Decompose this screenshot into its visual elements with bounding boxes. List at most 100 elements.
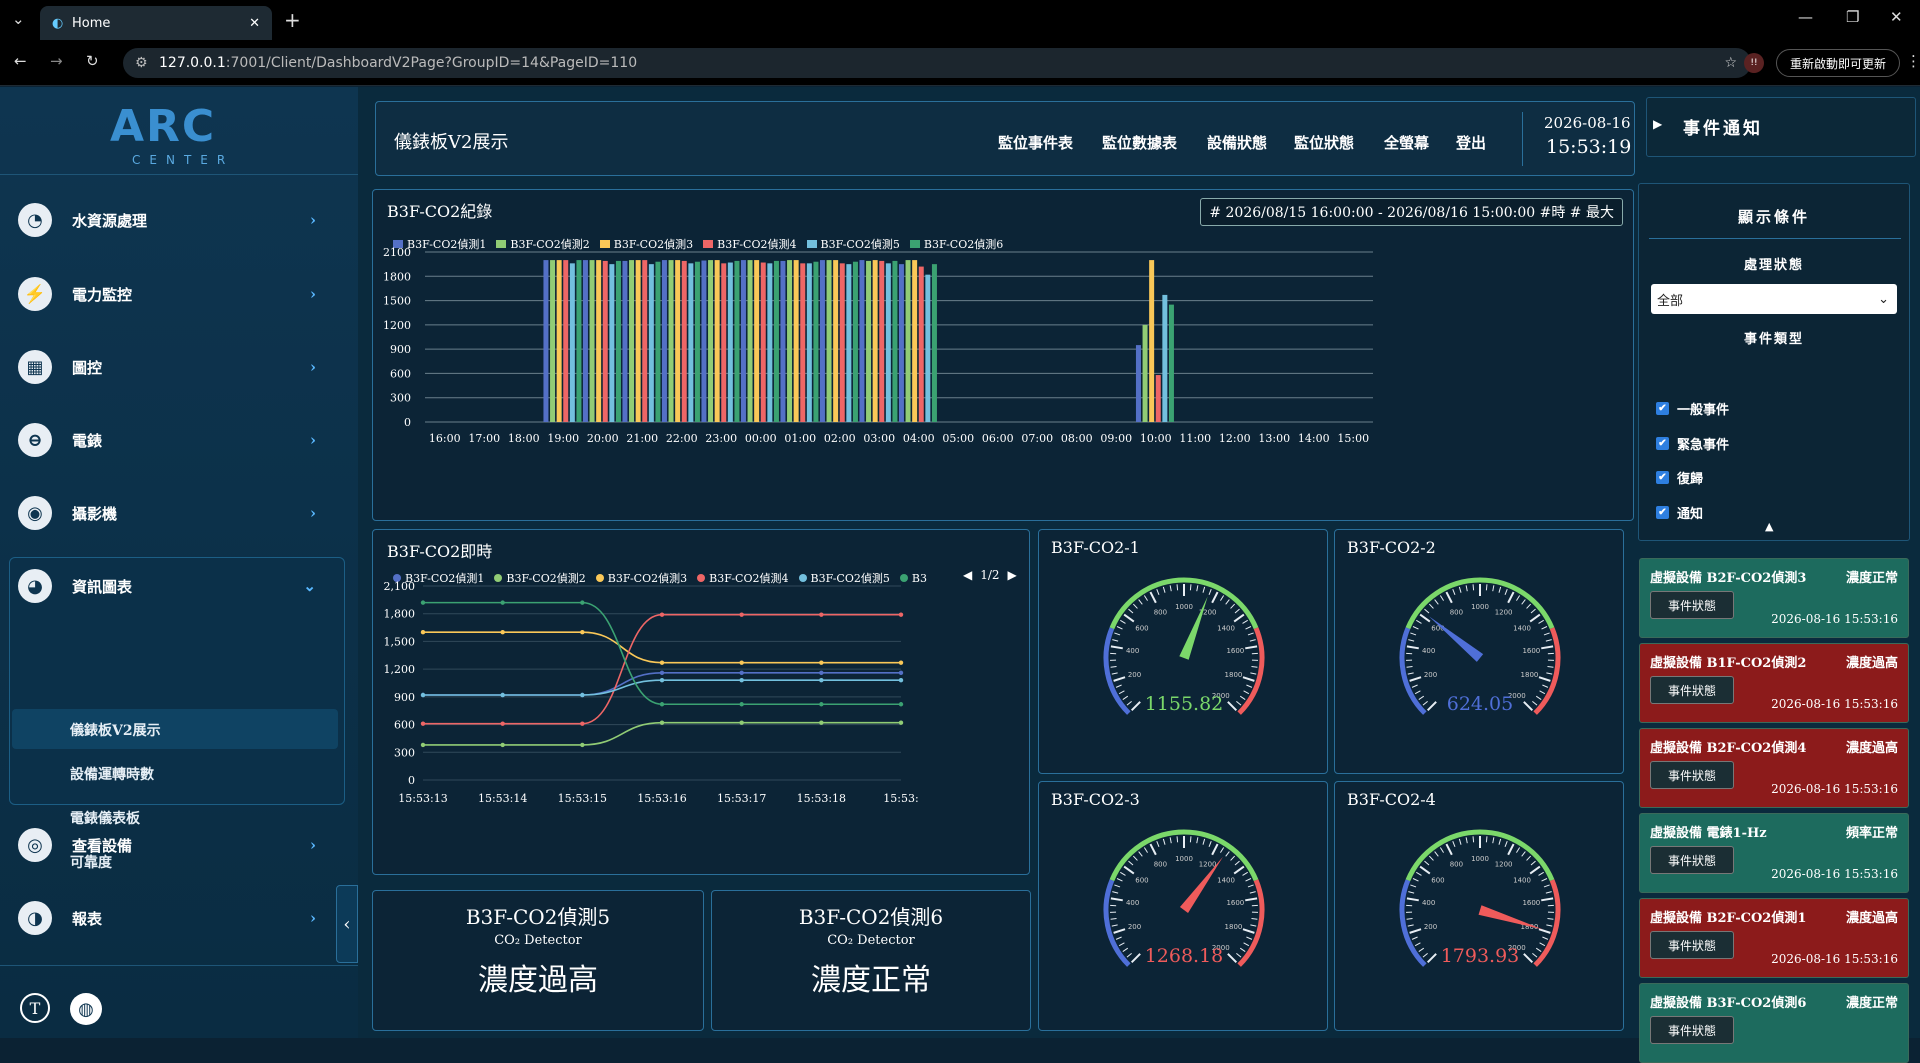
status-card-subtitle: CO₂ Detector bbox=[373, 933, 703, 948]
menu-point-status[interactable]: 監位狀態 bbox=[1294, 132, 1354, 153]
series-line bbox=[423, 603, 901, 705]
gauge-tick bbox=[1440, 848, 1443, 853]
data-point bbox=[421, 743, 425, 747]
forward-icon[interactable]: → bbox=[50, 52, 63, 70]
gauge-tick bbox=[1547, 919, 1553, 920]
gauge-tick bbox=[1524, 702, 1532, 710]
gauge-tick bbox=[1251, 919, 1257, 920]
site-info-icon[interactable]: ⚙ bbox=[135, 55, 148, 71]
gauge-needle bbox=[1429, 616, 1483, 662]
sidebar-item-graphic[interactable]: ▦圖控› bbox=[18, 345, 328, 389]
close-window-icon[interactable]: ✕ bbox=[1890, 8, 1903, 26]
sidebar-subitem-runtime[interactable]: 設備運轉時數 bbox=[70, 764, 154, 784]
sidebar-item-power[interactable]: ⚡電力監控› bbox=[18, 272, 328, 316]
back-icon[interactable]: ← bbox=[14, 52, 27, 70]
bar bbox=[1156, 375, 1161, 422]
event-status-button[interactable]: 事件狀態 bbox=[1650, 931, 1734, 959]
tab-close-icon[interactable]: ✕ bbox=[249, 16, 260, 31]
gauge-tick bbox=[1246, 937, 1252, 939]
event-status-button[interactable]: 事件狀態 bbox=[1650, 1016, 1734, 1044]
data-point bbox=[580, 743, 584, 747]
gauge-tick bbox=[1231, 856, 1235, 860]
process-status-select[interactable]: 全部⌄ bbox=[1651, 284, 1897, 314]
bar bbox=[787, 260, 792, 422]
menu-event-table[interactable]: 監位事件表 bbox=[998, 132, 1073, 153]
tab-list-icon[interactable]: ⌄ bbox=[12, 10, 25, 28]
sidebar-item-camera[interactable]: ◉攝影機› bbox=[18, 491, 328, 535]
gauge-tick-label: 600 bbox=[1431, 876, 1444, 884]
event-item[interactable]: 虛擬設備 電錶1-Hz 頻率正常 事件狀態 2026-08-16 15:53:1… bbox=[1639, 813, 1909, 893]
arc-icon[interactable]: ◍ bbox=[70, 993, 102, 1025]
event-item[interactable]: 虛擬設備 B2F-CO2偵測1 濃度過高 事件狀態 2026-08-16 15:… bbox=[1639, 898, 1909, 978]
gauge-tick bbox=[1243, 872, 1248, 875]
menu-device-status[interactable]: 設備狀態 bbox=[1207, 132, 1267, 153]
sidebar-item-devices[interactable]: ◎查看設備› bbox=[18, 823, 328, 867]
data-point bbox=[819, 702, 823, 706]
gauge-tick bbox=[1127, 953, 1132, 957]
checkbox-emergency[interactable]: ✔緊急事件 bbox=[1656, 434, 1729, 453]
gauge-tick-label: 200 bbox=[1128, 923, 1141, 931]
checkbox-general[interactable]: ✔一般事件 bbox=[1656, 399, 1729, 418]
event-status-button[interactable]: 事件狀態 bbox=[1650, 591, 1734, 619]
report-icon: ◑ bbox=[18, 901, 52, 935]
data-point bbox=[819, 660, 823, 664]
gauge-tick bbox=[1410, 677, 1421, 681]
gauge-tick bbox=[1522, 852, 1526, 857]
profile-avatar[interactable]: !! bbox=[1744, 53, 1764, 73]
water-icon: ◔ bbox=[18, 203, 52, 237]
event-item[interactable]: 虛擬設備 B3F-CO2偵測6 濃度正常 事件狀態 bbox=[1639, 983, 1909, 1063]
event-item[interactable]: 虛擬設備 B2F-CO2偵測3 濃度正常 事件狀態 2026-08-16 15:… bbox=[1639, 558, 1909, 638]
menu-data-table[interactable]: 監位數據表 bbox=[1102, 132, 1177, 153]
event-item[interactable]: 虛擬設備 B2F-CO2偵測4 濃度過高 事件狀態 2026-08-16 15:… bbox=[1639, 728, 1909, 808]
reload-icon[interactable]: ↻ bbox=[86, 52, 99, 70]
gauge-tick bbox=[1139, 600, 1143, 605]
gauge-tick bbox=[1428, 954, 1436, 962]
gauge-tick bbox=[1119, 691, 1124, 694]
line-chart: 03006009001,2001,5001,8002,10015:53:1315… bbox=[373, 530, 1031, 876]
gauge-tick bbox=[1542, 626, 1547, 629]
gauge-tick bbox=[1428, 702, 1436, 710]
event-panel-title: 事件通知 bbox=[1683, 114, 1763, 139]
gauge-tick bbox=[1541, 898, 1553, 900]
gauge-panel-3: B3F-CO2-32004006008001000120014001600180… bbox=[1038, 781, 1328, 1031]
restore-icon[interactable]: ❐ bbox=[1846, 8, 1859, 26]
event-status-button[interactable]: 事件狀態 bbox=[1650, 761, 1734, 789]
event-status-button[interactable]: 事件狀態 bbox=[1650, 676, 1734, 704]
checkbox-icon: ✔ bbox=[1656, 471, 1669, 484]
sidebar-item-meter[interactable]: ⊖電錶› bbox=[18, 418, 328, 462]
update-button[interactable]: 重新啟動即可更新 bbox=[1776, 49, 1900, 77]
expand-arrow-icon[interactable]: ▶ bbox=[1653, 117, 1662, 131]
browser-tab[interactable]: ◐ Home ✕ bbox=[40, 6, 272, 40]
gauge-tick bbox=[1410, 929, 1421, 933]
sidebar-item-info-charts[interactable]: ◕資訊圖表⌄ bbox=[18, 564, 328, 608]
bar bbox=[866, 261, 871, 422]
minimize-icon[interactable]: — bbox=[1798, 8, 1813, 26]
x-tick-label: 12:00 bbox=[1219, 432, 1251, 445]
gauge: 2004006008001000120014001600180020001793… bbox=[1335, 782, 1625, 1032]
gauge-tick bbox=[1419, 948, 1424, 951]
checkbox-restore[interactable]: ✔復歸 bbox=[1656, 468, 1703, 487]
menu-fullscreen[interactable]: 全螢幕 bbox=[1384, 132, 1429, 153]
checkbox-notify[interactable]: ✔通知 bbox=[1656, 503, 1703, 522]
gauge-tick-label: 1400 bbox=[1513, 876, 1531, 884]
event-status-button[interactable]: 事件狀態 bbox=[1650, 846, 1734, 874]
gauge-tick bbox=[1144, 596, 1147, 601]
sidebar-item-water[interactable]: ◔水資源處理› bbox=[18, 198, 328, 242]
sidebar-subitem-dashboard-v2[interactable]: 儀錶板V2展示 bbox=[70, 720, 161, 740]
new-tab-icon[interactable]: + bbox=[284, 8, 301, 32]
theme-toggle-button[interactable]: T bbox=[20, 993, 50, 1023]
gauge-tick-label: 200 bbox=[1424, 923, 1437, 931]
collapse-filter-icon[interactable]: ▲ bbox=[1765, 520, 1773, 533]
collapse-sidebar-button[interactable]: ‹ bbox=[336, 885, 358, 963]
bookmark-star-icon[interactable]: ☆ bbox=[1724, 55, 1737, 71]
bar bbox=[919, 267, 924, 422]
data-point bbox=[660, 671, 664, 675]
bar bbox=[550, 260, 555, 422]
sidebar-item-reports[interactable]: ◑報表› bbox=[18, 896, 328, 940]
menu-kebab-icon[interactable]: ⋮ bbox=[1906, 52, 1920, 70]
menu-logout[interactable]: 登出 bbox=[1456, 132, 1486, 153]
event-item[interactable]: 虛擬設備 B1F-CO2偵測2 濃度過高 事件狀態 2026-08-16 15:… bbox=[1639, 643, 1909, 723]
bar bbox=[596, 260, 601, 422]
data-point bbox=[819, 721, 823, 725]
url-input[interactable]: ⚙ 127.0.0.1:7001/Client/DashboardV2Page?… bbox=[123, 48, 1751, 78]
